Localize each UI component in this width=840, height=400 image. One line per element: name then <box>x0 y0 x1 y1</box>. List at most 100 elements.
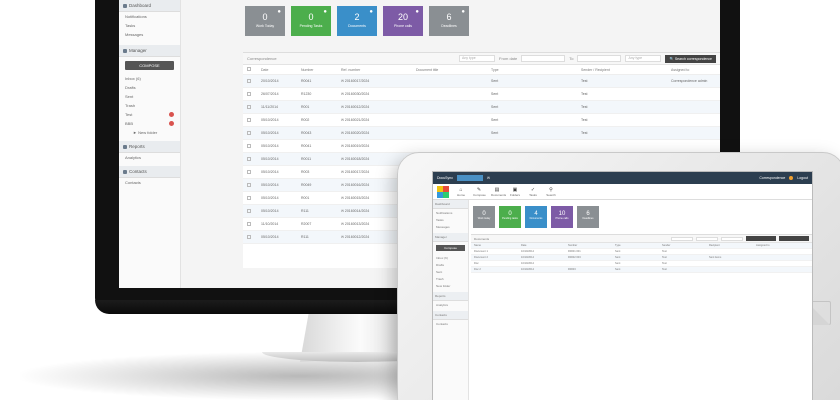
stat-tile[interactable]: ● 0 Pending Tasks <box>291 6 331 36</box>
compose-button[interactable]: Compose <box>436 245 465 251</box>
row-checkbox[interactable] <box>247 91 251 96</box>
new-folder-link[interactable]: ► New folder <box>119 128 180 137</box>
table-row[interactable]: 20/10/2014 R0041 ✉ 20160017/2024 Sent Test Co… <box>243 75 720 88</box>
sidebar-link[interactable]: Analytics <box>433 301 468 308</box>
cell-ref[interactable]: ✉ 20160019/2024 <box>341 144 416 148</box>
sidebar-link[interactable]: Notifications <box>433 209 468 216</box>
sidebar-link-contacts[interactable]: Contacts <box>119 178 180 187</box>
sidebar-section-dashboard[interactable]: Dashboard <box>433 200 468 209</box>
toolbar-documents-button[interactable]: ▤ Documents <box>491 187 506 197</box>
sidebar-folder[interactable]: Drafts <box>433 261 468 268</box>
select-all-checkbox[interactable] <box>247 67 251 71</box>
column-header[interactable]: Ref. number <box>341 68 416 72</box>
sidebar-section-manager[interactable]: Manager <box>433 233 468 242</box>
type-select[interactable] <box>721 236 743 241</box>
cell-ref[interactable]: ✉ 20160017/2024 <box>341 79 416 83</box>
export-button[interactable] <box>779 236 809 241</box>
sidebar-section-dashboard[interactable]: Dashboard <box>119 0 180 12</box>
row-checkbox[interactable] <box>247 208 251 213</box>
stat-tile[interactable]: 4 Documents <box>525 206 547 228</box>
sidebar-folder[interactable]: Inbox (6) <box>433 254 468 261</box>
table-row[interactable]: 05/10/2014 R002 ✉ 20160021/2024 Sent Test <box>243 114 720 127</box>
row-checkbox[interactable] <box>247 195 251 200</box>
table-row[interactable]: Doc 2 10/10/2014 R0003 Sent Test <box>471 267 812 273</box>
search-correspondence-button[interactable]: 🔍 Search correspondence <box>665 54 716 63</box>
column-header[interactable]: Type <box>491 68 581 72</box>
column-header[interactable]: Date <box>261 68 301 72</box>
sidebar-link-notifications[interactable]: Notifications <box>119 12 180 21</box>
sidebar-link-analytics[interactable]: Analytics <box>119 153 180 162</box>
table-row[interactable]: 26/07/2014 R1230 ✉ 20160030/2024 Sent Test <box>243 88 720 101</box>
sidebar-folder[interactable]: Sent <box>433 268 468 275</box>
sidebar-section-manager[interactable]: Manager <box>119 45 180 57</box>
notification-icon[interactable]: ✉ <box>487 176 490 180</box>
row-checkbox[interactable] <box>247 156 251 161</box>
compose-button[interactable]: COMPOSE <box>125 61 174 70</box>
column-header[interactable]: Assigned to <box>671 68 720 72</box>
row-checkbox[interactable] <box>247 221 251 226</box>
new-folder-link[interactable]: New folder <box>433 282 468 289</box>
column-header[interactable]: Number <box>568 244 615 247</box>
delete-icon[interactable] <box>169 112 174 117</box>
toolbar-search-button[interactable]: ⚲ Search <box>545 187 557 197</box>
filter-input[interactable] <box>671 236 693 241</box>
row-checkbox[interactable] <box>247 169 251 174</box>
cell-ref[interactable]: ✉ 20160020/2024 <box>341 131 416 135</box>
sidebar-folder[interactable]: Trash <box>433 275 468 282</box>
sidebar-folder[interactable]: Inbox (6) <box>119 74 180 83</box>
toolbar-home-button[interactable]: ⌂ Home <box>455 187 467 197</box>
sidebar-section-contacts[interactable]: Contacts <box>119 166 180 178</box>
row-checkbox[interactable] <box>247 182 251 187</box>
column-header[interactable]: Date <box>521 244 568 247</box>
column-header[interactable]: Sender / Recipient <box>581 68 671 72</box>
stat-tile[interactable]: ● 20 Phone calls <box>383 6 423 36</box>
cell-ref[interactable]: ✉ 20160012/2024 <box>341 105 416 109</box>
date-input[interactable] <box>696 236 718 241</box>
stat-tile[interactable]: 6 Deadlines <box>577 206 599 228</box>
toolbar-folders-button[interactable]: ▣ Folders <box>509 187 521 197</box>
stat-tile[interactable]: 0 Pending tasks <box>499 206 521 228</box>
column-header[interactable]: Assigned to <box>756 244 803 247</box>
sidebar-folder[interactable]: Sent <box>119 92 180 101</box>
table-row[interactable]: 05/10/2014 R0043 ✉ 20160020/2024 Sent Test <box>243 127 720 140</box>
sidebar-link[interactable]: Tasks <box>433 216 468 223</box>
from-date-input[interactable] <box>521 55 566 62</box>
stat-tile[interactable]: 0 Work today <box>473 206 495 228</box>
stat-tile[interactable]: ● 2 Documents <box>337 6 377 36</box>
sidebar-link[interactable]: Messages <box>433 223 468 230</box>
user-label[interactable]: Correspondence <box>759 176 785 180</box>
column-header[interactable]: Number <box>301 68 341 72</box>
row-checkbox[interactable] <box>247 117 251 122</box>
toolbar-compose-button[interactable]: ✎ Compose <box>473 187 486 197</box>
logout-link[interactable]: Logout <box>797 176 808 180</box>
sidebar-section-contacts[interactable]: Contacts <box>433 311 468 320</box>
row-checkbox[interactable] <box>247 78 251 83</box>
sidebar-folder[interactable]: BBB <box>119 119 180 128</box>
stat-tile[interactable]: ● 0 Work Today <box>245 6 285 36</box>
row-checkbox[interactable] <box>247 234 251 239</box>
stat-tile[interactable]: 10 Phone calls <box>551 206 573 228</box>
delete-icon[interactable] <box>169 121 174 126</box>
type-select[interactable]: Any type <box>625 55 662 62</box>
column-header[interactable]: Type <box>615 244 662 247</box>
sidebar-section-reports[interactable]: Reports <box>433 292 468 301</box>
filter-input[interactable]: Any type <box>459 55 496 62</box>
column-header[interactable]: Document title <box>416 68 491 72</box>
row-checkbox[interactable] <box>247 104 251 109</box>
row-checkbox[interactable] <box>247 130 251 135</box>
toolbar-tasks-button[interactable]: ✓ Tasks <box>527 187 539 197</box>
stat-tile[interactable]: ● 6 Deadlines <box>429 6 469 36</box>
column-header[interactable]: Recipient <box>709 244 756 247</box>
table-row[interactable]: 11/11/2014 R001 ✉ 20160012/2024 Sent Test <box>243 101 720 114</box>
search-input[interactable] <box>456 175 483 181</box>
sidebar-link-tasks[interactable]: Tasks <box>119 21 180 30</box>
search-button[interactable] <box>746 236 776 241</box>
column-header[interactable]: Name <box>474 244 521 247</box>
sidebar-link[interactable]: Contacts <box>433 320 468 327</box>
sidebar-folder[interactable]: Drafts <box>119 83 180 92</box>
sidebar-folder[interactable]: Trash <box>119 101 180 110</box>
cell-ref[interactable]: ✉ 20160021/2024 <box>341 118 416 122</box>
sidebar-folder[interactable]: Test <box>119 110 180 119</box>
sidebar-link-messages[interactable]: Messages <box>119 30 180 39</box>
column-header[interactable]: Sender <box>662 244 709 247</box>
